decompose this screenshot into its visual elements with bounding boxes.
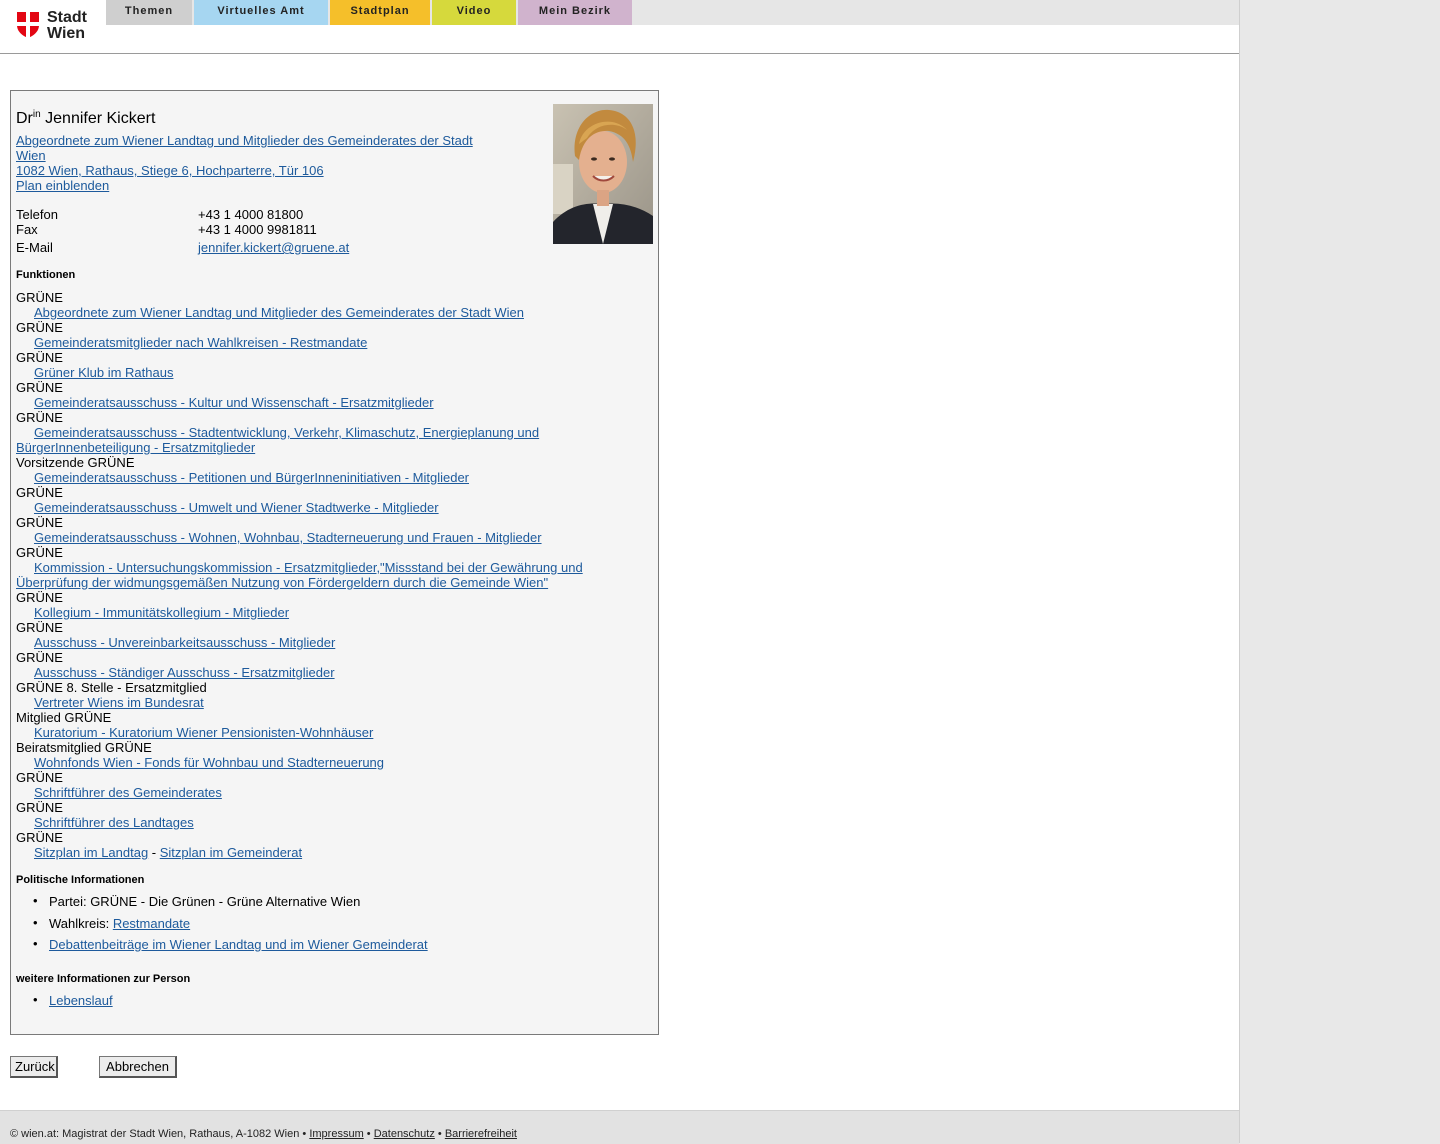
function-party: Mitglied GRÜNE (16, 710, 112, 725)
logo-text-line1: Stadt (47, 9, 87, 26)
footer-accessibility-link[interactable]: Barrierefreiheit (445, 1128, 517, 1140)
function-link[interactable]: Wohnfonds Wien - Fonds für Wohnbau und S… (16, 755, 384, 770)
footer-imprint-link[interactable]: Impressum (309, 1128, 363, 1140)
list-item-district: Wahlkreis: Restmandate (33, 915, 190, 931)
political-info-heading: Politische Informationen (16, 874, 145, 886)
person-photo (553, 104, 653, 244)
site-footer: © wien.at: Magistrat der Stadt Wien, Rat… (0, 1110, 1239, 1144)
function-party: GRÜNE (16, 515, 63, 530)
function-link[interactable]: Gemeinderatsausschuss - Wohnen, Wohnbau,… (16, 530, 542, 545)
person-details-box: Drin Jennifer Kickert Abgeordnete zum Wi… (10, 90, 659, 1035)
function-party: GRÜNE (16, 590, 63, 605)
function-party: GRÜNE (16, 620, 63, 635)
debates-link[interactable]: Debattenbeiträge im Wiener Landtag und i… (49, 937, 428, 952)
email-label: E-Mail (16, 240, 53, 255)
list-item-cv: Lebenslauf (33, 992, 113, 1008)
footer-privacy-link[interactable]: Datenschutz (374, 1128, 435, 1140)
page: Stadt Wien Themen Virtuelles Amt Stadtpl… (0, 0, 1240, 1144)
function-link[interactable]: Schriftführer des Landtages (16, 815, 194, 830)
function-party: Beiratsmitglied GRÜNE (16, 740, 152, 755)
phone-value: +43 1 4000 81800 (198, 207, 304, 222)
function-party: GRÜNE (16, 290, 63, 305)
email-link[interactable]: jennifer.kickert@gruene.at (198, 240, 349, 255)
vienna-shield-icon (17, 12, 39, 38)
fax-label: Fax (16, 222, 38, 237)
site-header: Stadt Wien Themen Virtuelles Amt Stadtpl… (0, 0, 1239, 54)
function-link-continued[interactable]: BürgerInnenbeteiligung - Ersatzmitgliede… (16, 440, 255, 455)
party-label: Partei: (49, 894, 91, 909)
function-link[interactable]: Ausschuss - Ständiger Ausschuss - Ersatz… (16, 665, 335, 680)
list-item-party: Partei: GRÜNE - Die Grünen - Grüne Alter… (33, 893, 361, 909)
address-link[interactable]: 1082 Wien, Rathaus, Stiege 6, Hochparter… (16, 163, 324, 178)
stadt-wien-logo[interactable]: Stadt Wien (16, 9, 96, 43)
footer-separator: • (363, 1128, 374, 1140)
more-info-heading: weitere Informationen zur Person (16, 973, 191, 985)
function-link[interactable]: Gemeinderatsausschuss - Stadtentwicklung… (16, 425, 539, 440)
logo-text-line2: Wien (47, 25, 86, 42)
nav-tab-video[interactable]: Video (432, 0, 516, 25)
cv-link[interactable]: Lebenslauf (49, 993, 113, 1008)
function-party: GRÜNE (16, 320, 63, 335)
function-link[interactable]: Vertreter Wiens im Bundesrat (16, 695, 204, 710)
function-party: GRÜNE (16, 350, 63, 365)
function-party: GRÜNE (16, 770, 63, 785)
function-party: GRÜNE (16, 800, 63, 815)
back-button[interactable]: Zurück (10, 1056, 58, 1078)
list-item-debates: Debattenbeiträge im Wiener Landtag und i… (33, 936, 428, 952)
person-title-suffix: in (32, 109, 41, 120)
function-link[interactable]: Schriftführer des Gemeinderates (16, 785, 222, 800)
function-link[interactable]: Kommission - Untersuchungskommission - E… (16, 560, 583, 575)
role-link-line2[interactable]: Wien (16, 148, 46, 163)
show-map-link[interactable]: Plan einblenden (16, 178, 109, 193)
function-party: GRÜNE (16, 380, 63, 395)
functions-heading: Funktionen (16, 269, 76, 281)
person-title: Dr (16, 110, 33, 127)
seat-plan-links: Sitzplan im Landtag - Sitzplan im Gemein… (16, 845, 302, 860)
footer-separator: • (434, 1128, 445, 1140)
function-party: GRÜNE (16, 545, 63, 560)
function-link[interactable]: Gemeinderatsmitglieder nach Wahlkreisen … (16, 335, 367, 350)
nav-tab-stadtplan[interactable]: Stadtplan (330, 0, 430, 25)
function-link[interactable]: Abgeordnete zum Wiener Landtag und Mitgl… (16, 305, 524, 320)
function-party: GRÜNE (16, 830, 63, 845)
district-link[interactable]: Restmandate (113, 916, 190, 931)
nav-tab-virtuelles-amt[interactable]: Virtuelles Amt (194, 0, 328, 25)
seat-plan-separator: - (148, 845, 160, 860)
cancel-button[interactable]: Abbrechen (99, 1056, 177, 1078)
phone-label: Telefon (16, 207, 58, 222)
function-link[interactable]: Kollegium - Immunitätskollegium - Mitgli… (16, 605, 289, 620)
main-navigation: Themen Virtuelles Amt Stadtplan Video Me… (106, 0, 1239, 25)
function-link[interactable]: Ausschuss - Unvereinbarkeitsausschuss - … (16, 635, 335, 650)
function-link[interactable]: Gemeinderatsausschuss - Kultur und Wisse… (16, 395, 434, 410)
fax-value: +43 1 4000 9981811 (198, 222, 317, 237)
function-link[interactable]: Gemeinderatsausschuss - Petitionen und B… (16, 470, 469, 485)
function-link[interactable]: Grüner Klub im Rathaus (16, 365, 173, 380)
nav-tab-mein-bezirk[interactable]: Mein Bezirk (518, 0, 632, 25)
district-label: Wahlkreis: (49, 916, 113, 931)
function-party: GRÜNE (16, 650, 63, 665)
seat-plan-gemeinderat-link[interactable]: Sitzplan im Gemeinderat (160, 845, 302, 860)
function-party: Vorsitzende GRÜNE (16, 455, 135, 470)
role-link-line1[interactable]: Abgeordnete zum Wiener Landtag und Mitgl… (16, 133, 473, 148)
function-party: GRÜNE (16, 485, 63, 500)
function-link-continued[interactable]: Überprüfung der widmungsgemäßen Nutzung … (16, 575, 548, 590)
seat-plan-landtag-link[interactable]: Sitzplan im Landtag (34, 845, 148, 860)
function-link[interactable]: Gemeinderatsausschuss - Umwelt und Wiene… (16, 500, 439, 515)
footer-copyright: © wien.at: Magistrat der Stadt Wien, Rat… (10, 1128, 310, 1140)
function-party: GRÜNE 8. Stelle - Ersatzmitglied (16, 680, 207, 695)
person-full-name: Jennifer Kickert (45, 110, 156, 127)
function-link[interactable]: Kuratorium - Kuratorium Wiener Pensionis… (16, 725, 373, 740)
function-party: GRÜNE (16, 410, 63, 425)
footer-text-line: © wien.at: Magistrat der Stadt Wien, Rat… (10, 1128, 517, 1140)
nav-tab-themen[interactable]: Themen (106, 0, 192, 25)
person-name: Drin Jennifer Kickert (16, 106, 155, 128)
party-value: GRÜNE - Die Grünen - Grüne Alternative W… (90, 894, 361, 909)
